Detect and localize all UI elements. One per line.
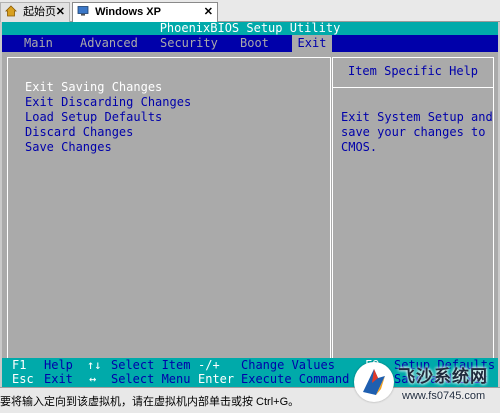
key-updown: ↑↓ — [87, 358, 102, 372]
key-updown-desc: Select Item — [111, 358, 191, 372]
watermark-title: 飞沙系统网 — [398, 367, 488, 387]
watermark: 飞沙系统网 www.fs0745.com — [352, 356, 500, 413]
key-leftright-desc: Select Menu — [111, 372, 191, 386]
key-esc-desc: Exit — [44, 372, 73, 386]
key-f1: F1 — [12, 358, 27, 372]
home-icon — [5, 5, 17, 17]
help-title: Item Specific Help — [347, 64, 479, 78]
key-leftright: ↔ — [89, 372, 97, 386]
tab-vm-close-icon[interactable]: ✕ — [204, 3, 213, 21]
exit-option-exit-discarding-changes[interactable]: Exit Discarding Changes — [25, 95, 191, 110]
status-text: 要将输入定向到该虚拟机，请在虚拟机内部单击或按 Ctrl+G。 — [0, 396, 300, 408]
bios-screen[interactable]: PhoenixBIOS Setup Utility Main Advanced … — [2, 22, 498, 387]
key-enter-desc: Execute Command — [241, 372, 350, 386]
menu-main[interactable]: Main — [24, 35, 53, 52]
tab-home-close-icon[interactable]: ✕ — [56, 3, 65, 21]
exit-option-save-changes[interactable]: Save Changes — [25, 140, 112, 155]
bios-menu-bar: Main Advanced Security Boot Exit — [2, 35, 498, 52]
exit-option-discard-changes[interactable]: Discard Changes — [25, 125, 133, 140]
exit-option-exit-saving-changes[interactable]: Exit Saving Changes — [25, 80, 162, 95]
help-divider — [333, 87, 493, 88]
vm-icon — [77, 6, 89, 16]
vm-tab-strip: 起始页 ✕ Windows XP Professional ✕ — [0, 0, 500, 36]
menu-boot[interactable]: Boot — [240, 35, 269, 52]
key-minus-plus: -/+ — [198, 358, 220, 372]
key-esc: Esc — [12, 372, 34, 386]
help-panel: Item Specific Help Exit System Setup and… — [332, 57, 494, 373]
key-enter: Enter — [198, 372, 235, 386]
menu-security[interactable]: Security — [160, 35, 218, 52]
tab-home[interactable]: 起始页 ✕ — [0, 2, 70, 22]
bios-title: PhoenixBIOS Setup Utility — [2, 22, 498, 35]
watermark-url: www.fs0745.com — [402, 390, 486, 402]
key-minus-plus-desc: Change Values — [241, 358, 335, 372]
key-f1-desc: Help — [44, 358, 73, 372]
tab-home-label: 起始页 — [23, 6, 57, 18]
menu-exit[interactable]: Exit — [292, 35, 332, 52]
tab-vm[interactable]: Windows XP Professional ✕ — [72, 2, 218, 36]
exit-option-load-setup-defaults[interactable]: Load Setup Defaults — [25, 110, 162, 125]
watermark-logo-icon — [354, 362, 394, 402]
menu-advanced[interactable]: Advanced — [80, 35, 138, 52]
help-text: Exit System Setup and save your changes … — [341, 110, 493, 154]
